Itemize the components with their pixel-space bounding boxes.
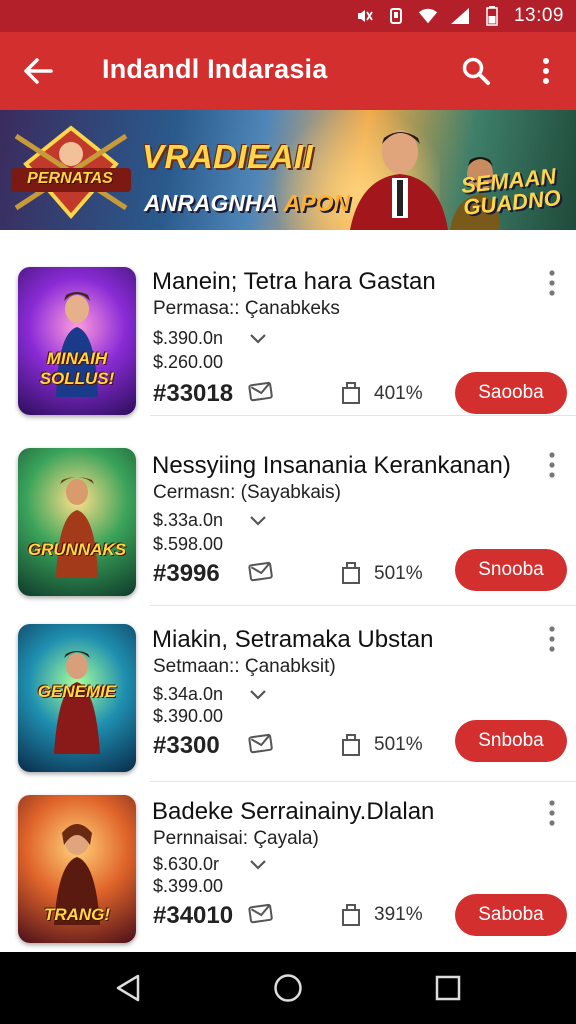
more-vert-icon: [543, 58, 549, 84]
message-icon[interactable]: [248, 902, 274, 924]
chevron-down-icon[interactable]: [248, 858, 268, 872]
banner-logo-text: PERNATAS: [27, 170, 113, 187]
search-button[interactable]: [456, 51, 496, 91]
banner-headline: VRADIEAII: [142, 138, 314, 175]
item-price-primary: $.630.0r: [153, 854, 220, 874]
item-percent: 501%: [374, 563, 423, 584]
item-action-button[interactable]: Saooba: [455, 372, 567, 414]
banner-side-text: SEMAAN GUADNO: [460, 163, 562, 220]
wifi-icon: [418, 6, 438, 26]
thumbnail-text: MINAIH SOLLUS!: [39, 349, 115, 388]
triangle-back-icon: [116, 974, 140, 1002]
list-item[interactable]: GENEMIE Miakin, Setramaka Ubstan Setmaan…: [0, 606, 576, 782]
item-price-primary: $.390.0n: [153, 328, 224, 348]
item-percent: 501%: [374, 734, 423, 755]
nav-home-button[interactable]: [268, 970, 308, 1006]
item-rank: #33018: [153, 380, 234, 407]
item-rank: #3996: [153, 560, 220, 587]
more-vert-icon: [549, 270, 555, 296]
item-title: Miakin, Setramaka Ubstan: [152, 626, 434, 653]
item-action-button[interactable]: Snooba: [455, 549, 567, 591]
message-icon[interactable]: [248, 560, 274, 582]
item-price-primary: $.33a.0n: [153, 510, 224, 530]
app-bar: Indandl Indarasia: [0, 32, 576, 110]
more-vert-icon: [549, 626, 555, 652]
nav-recents-button[interactable]: [428, 970, 468, 1006]
item-percent: 391%: [374, 904, 423, 925]
item-menu-button[interactable]: [540, 450, 564, 480]
signal-icon: [450, 6, 470, 26]
thumbnail-text: GENEMIE: [37, 682, 117, 701]
item-price-secondary: $.390.00: [153, 706, 224, 726]
item-menu-button[interactable]: [540, 268, 564, 298]
item-price-secondary: $.598.00: [153, 534, 224, 554]
thumbnail-character: [56, 477, 98, 578]
item-title: Badeke Serrainainy.Dlalan: [152, 798, 435, 825]
item-rank: #3300: [153, 732, 220, 759]
vibrate-icon: [386, 6, 406, 26]
item-action-button[interactable]: Snboba: [455, 720, 567, 762]
chevron-down-icon[interactable]: [248, 688, 268, 702]
message-icon[interactable]: [248, 380, 274, 402]
bookmark-bag-icon[interactable]: [340, 731, 362, 757]
item-title: Manein; Tetra hara Gastan: [152, 268, 436, 295]
item-menu-button[interactable]: [540, 798, 564, 828]
thumbnail-text: TRANG!: [43, 905, 111, 924]
item-action-button[interactable]: Saboba: [455, 894, 567, 936]
chevron-down-icon[interactable]: [248, 514, 268, 528]
item-rank: #34010: [153, 902, 234, 929]
item-price-primary: $.34a.0n: [153, 684, 224, 704]
status-bar: 13:09: [0, 0, 576, 32]
banner-subline: ANRAGNHA APON: [144, 190, 350, 217]
bookmark-bag-icon[interactable]: [340, 901, 362, 927]
battery-icon: [482, 6, 502, 26]
circle-home-icon: [274, 974, 302, 1002]
bookmark-bag-icon[interactable]: [340, 379, 362, 405]
system-nav-bar: [0, 952, 576, 1024]
item-thumbnail[interactable]: GENEMIE: [18, 624, 136, 772]
more-vert-icon: [549, 452, 555, 478]
list-item[interactable]: TRANG! Badeke Serrainainy.Dlalan Pernnai…: [0, 780, 576, 956]
item-subtitle: Pernnaisai: Çayala): [153, 828, 319, 849]
square-recents-icon: [435, 975, 461, 1001]
item-percent: 401%: [374, 383, 423, 404]
item-subtitle: Cermasn: (Sayabkais): [153, 482, 341, 503]
message-icon[interactable]: [248, 732, 274, 754]
back-button[interactable]: [18, 51, 58, 91]
mute-icon: [354, 6, 374, 26]
item-menu-button[interactable]: [540, 624, 564, 654]
item-thumbnail[interactable]: TRANG!: [18, 795, 136, 943]
bookmark-bag-icon[interactable]: [340, 559, 362, 585]
app-title: Indandl Indarasia: [102, 54, 328, 84]
status-icons: 13:09: [354, 4, 564, 28]
item-subtitle: Setmaan:: Çanabksit): [153, 656, 336, 677]
item-thumbnail[interactable]: GRUNNAKS: [18, 448, 136, 596]
item-divider: [150, 415, 576, 416]
item-price-secondary: $.260.00: [153, 352, 224, 372]
item-price-secondary: $.399.00: [153, 876, 224, 896]
promo-banner[interactable]: PERNATAS VRADIEAII ANRAGNHA APON SEMAAN …: [0, 110, 576, 230]
search-icon: [462, 57, 490, 85]
banner-subline-white: ANRAGNHA: [144, 190, 279, 216]
status-time: 13:09: [513, 5, 564, 26]
chevron-down-icon[interactable]: [248, 332, 268, 346]
item-thumbnail[interactable]: MINAIH SOLLUS!: [18, 267, 136, 415]
nav-back-button[interactable]: [108, 970, 148, 1006]
list-item[interactable]: MINAIH SOLLUS! Manein; Tetra hara Gastan…: [0, 240, 576, 416]
arrow-left-icon: [24, 58, 53, 84]
thumbnail-text: GRUNNAKS: [27, 540, 127, 559]
item-title: Nessyiing Insanania Kerankanan): [152, 452, 511, 479]
overflow-menu-button[interactable]: [528, 51, 564, 91]
list-item[interactable]: GRUNNAKS Nessyiing Insanania Kerankanan)…: [0, 430, 576, 606]
item-subtitle: Permasa:: Çanabkeks: [153, 298, 340, 319]
more-vert-icon: [549, 800, 555, 826]
